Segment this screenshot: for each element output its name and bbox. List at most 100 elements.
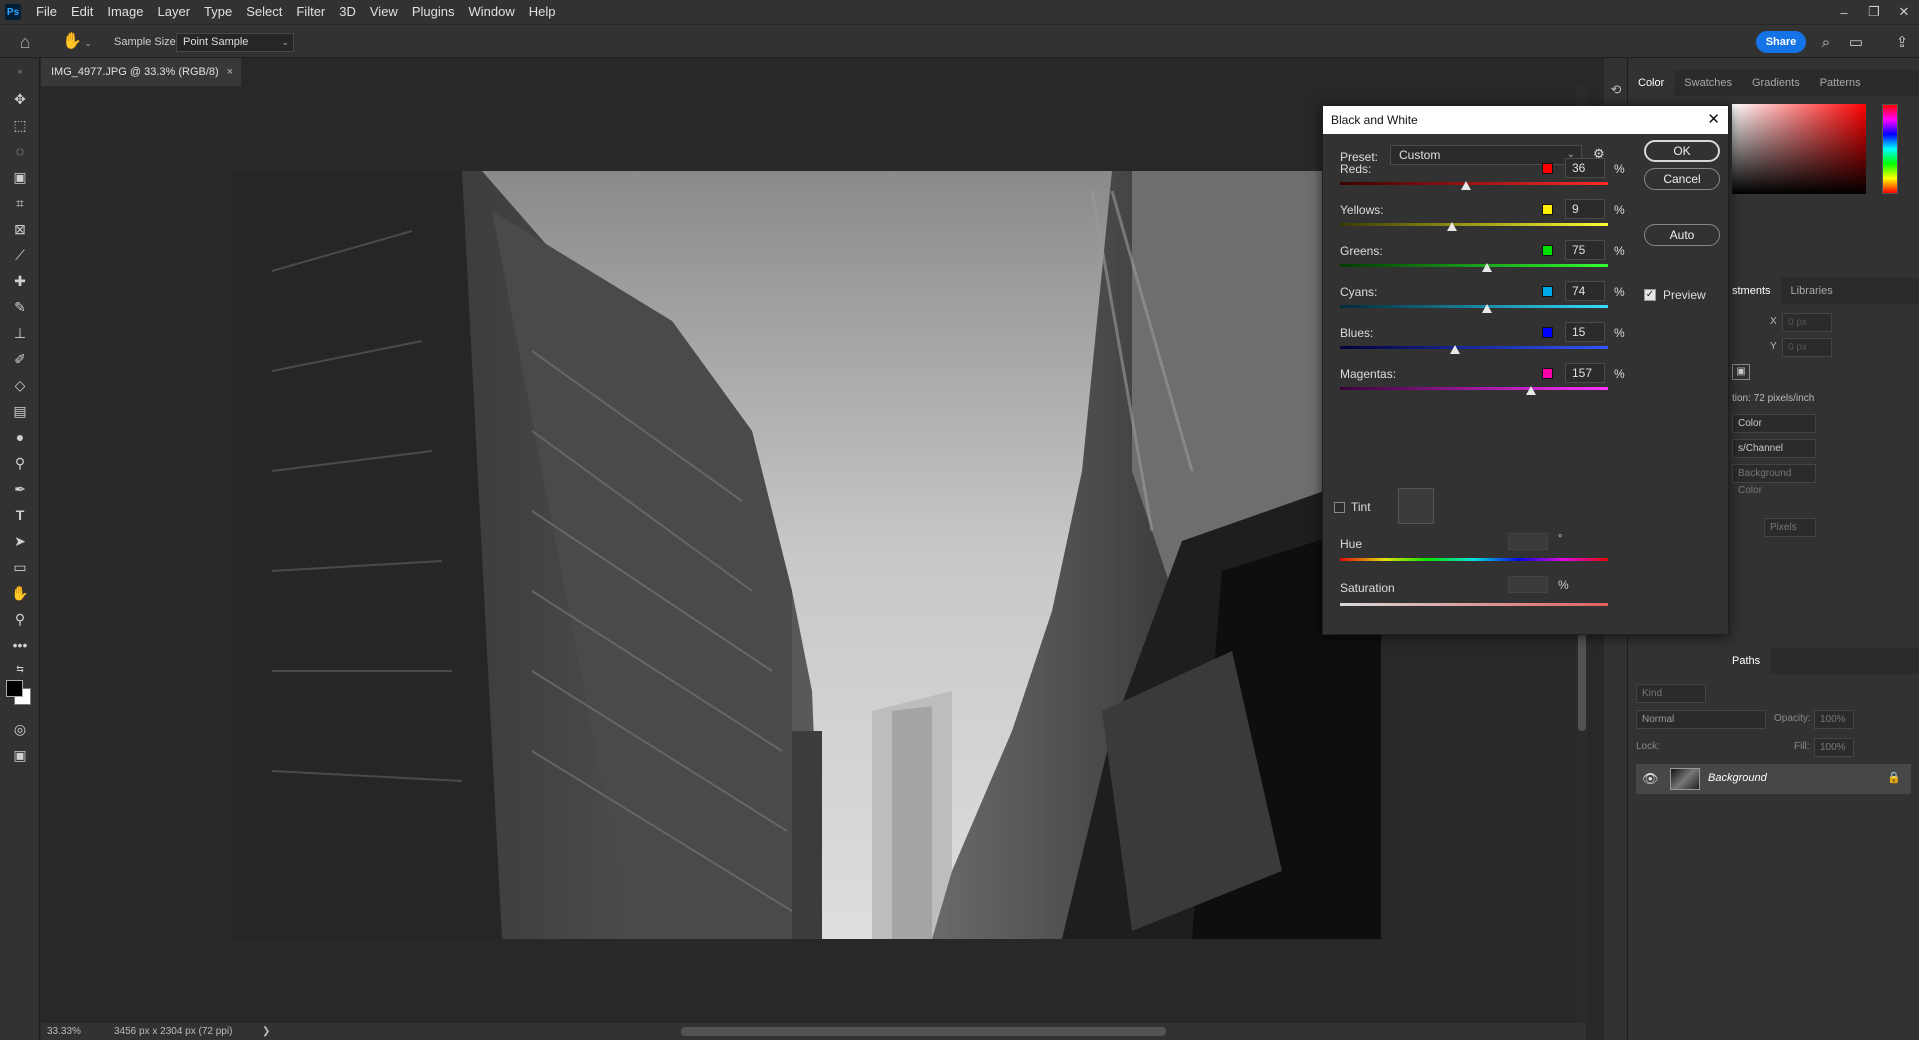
menu-window[interactable]: Window bbox=[461, 0, 521, 24]
zoom-level[interactable]: 33.33% bbox=[47, 1023, 81, 1040]
toolbar-expand-icon[interactable]: » bbox=[8, 60, 32, 82]
channel-select[interactable]: s/Channel bbox=[1732, 439, 1816, 458]
minimize-button[interactable]: – bbox=[1829, 0, 1859, 24]
path-select-tool-icon[interactable]: ➤ bbox=[8, 530, 32, 552]
eraser-tool-icon[interactable]: ◇ bbox=[8, 374, 32, 396]
channel-slider-track[interactable] bbox=[1340, 346, 1608, 349]
history-brush-tool-icon[interactable]: ✐ bbox=[8, 348, 32, 370]
channel-slider-thumb[interactable] bbox=[1482, 263, 1493, 272]
layer-row[interactable]: 👁 Background 🔒 bbox=[1636, 764, 1911, 794]
channel-slider-track[interactable] bbox=[1340, 264, 1608, 267]
quick-mask-icon[interactable]: ◎ bbox=[8, 718, 32, 740]
document-tab[interactable]: IMG_4977.JPG @ 33.3% (RGB/8) × bbox=[41, 58, 241, 86]
layer-name[interactable]: Background bbox=[1708, 772, 1767, 784]
menu-plugins[interactable]: Plugins bbox=[405, 0, 462, 24]
foreground-color-swatch[interactable] bbox=[6, 680, 23, 697]
object-select-tool-icon[interactable]: ▣ bbox=[8, 166, 32, 188]
export-icon[interactable]: ⇪ bbox=[1892, 33, 1912, 53]
channel-slider-thumb[interactable] bbox=[1461, 181, 1472, 190]
channel-value-input[interactable]: 75 bbox=[1565, 240, 1605, 260]
menu-select[interactable]: Select bbox=[239, 0, 289, 24]
search-icon[interactable]: ⌕ bbox=[1816, 33, 1836, 53]
close-tab-icon[interactable]: × bbox=[227, 58, 233, 86]
document-image[interactable] bbox=[232, 171, 1381, 939]
channel-slider-track[interactable] bbox=[1340, 387, 1608, 390]
frame-tool-icon[interactable]: ⊠ bbox=[8, 218, 32, 240]
tab-swatches[interactable]: Swatches bbox=[1674, 70, 1742, 96]
menu-filter[interactable]: Filter bbox=[289, 0, 332, 24]
channel-slider-track[interactable] bbox=[1340, 223, 1608, 226]
channel-value-input[interactable]: 15 bbox=[1565, 322, 1605, 342]
saturation-input[interactable] bbox=[1508, 576, 1548, 593]
horizontal-scroll-thumb[interactable] bbox=[681, 1027, 1166, 1036]
layer-filter-input[interactable]: Kind bbox=[1636, 684, 1706, 703]
channel-value-input[interactable]: 74 bbox=[1565, 281, 1605, 301]
history-panel-icon[interactable]: ⟲ bbox=[1606, 80, 1626, 100]
close-window-button[interactable]: ✕ bbox=[1889, 0, 1919, 24]
units-select[interactable]: Pixels bbox=[1764, 518, 1816, 537]
bg-color-select[interactable]: Background Color bbox=[1732, 464, 1816, 496]
home-icon[interactable]: ⌂ bbox=[14, 31, 36, 53]
rectangle-tool-icon[interactable]: ▭ bbox=[8, 556, 32, 578]
hue-slider[interactable] bbox=[1882, 104, 1898, 194]
blend-mode-select[interactable]: Normal bbox=[1636, 710, 1766, 729]
channel-value-input[interactable]: 9 bbox=[1565, 199, 1605, 219]
crop-tool-icon[interactable]: ⌗ bbox=[8, 192, 32, 214]
hand-tool-preset-icon[interactable]: ✋ ⌄ bbox=[62, 31, 98, 53]
tint-checkbox[interactable] bbox=[1334, 502, 1345, 513]
marquee-tool-icon[interactable]: ⬚ bbox=[8, 114, 32, 136]
cancel-button[interactable]: Cancel bbox=[1644, 168, 1720, 190]
swap-colors-icon[interactable]: ⇆ bbox=[8, 658, 32, 680]
pen-tool-icon[interactable]: ✒ bbox=[8, 478, 32, 500]
menu-view[interactable]: View bbox=[363, 0, 405, 24]
screen-mode-icon[interactable]: ▣ bbox=[8, 744, 32, 766]
menu-image[interactable]: Image bbox=[100, 0, 150, 24]
color-picker-field[interactable] bbox=[1732, 104, 1866, 194]
brush-tool-icon[interactable]: ✎ bbox=[8, 296, 32, 318]
channel-slider-thumb[interactable] bbox=[1481, 304, 1492, 313]
fill-field[interactable]: 100% bbox=[1814, 738, 1854, 757]
channel-slider-track[interactable] bbox=[1340, 305, 1608, 308]
gradient-tool-icon[interactable]: ▤ bbox=[8, 400, 32, 422]
stamp-tool-icon[interactable]: ⊥ bbox=[8, 322, 32, 344]
tab-gradients[interactable]: Gradients bbox=[1742, 70, 1810, 96]
sample-size-select[interactable]: Point Sample ⌄ bbox=[176, 33, 294, 52]
tint-color-swatch[interactable] bbox=[1398, 488, 1434, 524]
healing-brush-tool-icon[interactable]: ✚ bbox=[8, 270, 32, 292]
menu-3d[interactable]: 3D bbox=[332, 0, 363, 24]
menu-type[interactable]: Type bbox=[197, 0, 239, 24]
preview-checkbox[interactable]: ✓ bbox=[1644, 289, 1656, 301]
tab-paths[interactable]: Paths bbox=[1628, 648, 1771, 674]
tab-patterns[interactable]: Patterns bbox=[1810, 70, 1871, 96]
preset-select[interactable]: Custom ⌄ bbox=[1390, 145, 1582, 165]
share-button[interactable]: Share bbox=[1756, 31, 1806, 53]
hand-tool-icon[interactable]: ✋ bbox=[8, 582, 32, 604]
y-field[interactable]: 0 px bbox=[1782, 338, 1832, 357]
hue-input[interactable] bbox=[1508, 533, 1548, 550]
ok-button[interactable]: OK bbox=[1644, 140, 1720, 162]
mode-select[interactable]: Color bbox=[1732, 414, 1816, 433]
saturation-slider-track[interactable] bbox=[1340, 603, 1608, 606]
move-tool-icon[interactable]: ✥ bbox=[8, 88, 32, 110]
tab-color[interactable]: Color bbox=[1628, 70, 1675, 96]
auto-button[interactable]: Auto bbox=[1644, 224, 1720, 246]
image-icon[interactable]: ▣ bbox=[1732, 364, 1750, 380]
menu-help[interactable]: Help bbox=[522, 0, 563, 24]
channel-slider-thumb[interactable] bbox=[1526, 386, 1537, 395]
dialog-titlebar[interactable]: Black and White ✕ bbox=[1323, 106, 1728, 134]
menu-edit[interactable]: Edit bbox=[64, 0, 100, 24]
channel-slider-track[interactable] bbox=[1340, 182, 1608, 185]
close-icon[interactable]: ✕ bbox=[1707, 106, 1720, 134]
lasso-tool-icon[interactable]: ◌ bbox=[8, 140, 32, 162]
channel-value-input[interactable]: 36 bbox=[1565, 158, 1605, 178]
hue-slider-track[interactable] bbox=[1340, 558, 1608, 561]
channel-slider-thumb[interactable] bbox=[1447, 222, 1458, 231]
x-field[interactable]: 0 px bbox=[1782, 313, 1832, 332]
blur-tool-icon[interactable]: ● bbox=[8, 426, 32, 448]
status-arrow-icon[interactable]: ❯ bbox=[262, 1023, 270, 1040]
eye-icon[interactable]: 👁 bbox=[1642, 771, 1659, 787]
menu-file[interactable]: File bbox=[29, 0, 64, 24]
eyedropper-tool-icon[interactable]: ⟋ bbox=[8, 244, 32, 266]
type-tool-icon[interactable]: T bbox=[8, 504, 32, 526]
channel-value-input[interactable]: 157 bbox=[1565, 363, 1605, 383]
